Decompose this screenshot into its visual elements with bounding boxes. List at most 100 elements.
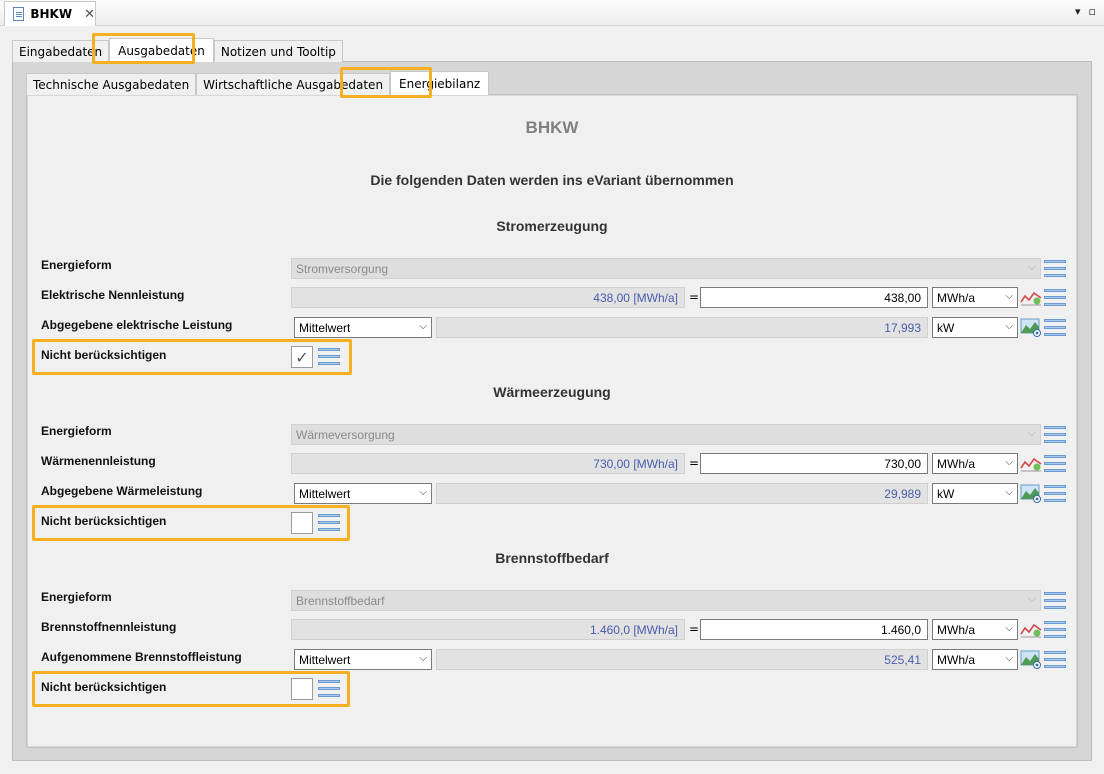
document-icon [13,7,25,21]
unit-select[interactable]: MWh/a ⌵ [932,453,1018,474]
tab-eingabedaten[interactable]: Eingabedaten [12,40,110,62]
list-icon[interactable] [1044,485,1066,502]
unit-select[interactable]: MWh/a ⌵ [932,649,1018,670]
chevron-down-icon: ⌵ [1027,261,1036,273]
unit-value: MWh/a [937,457,976,471]
aufgenommene-leistung-value: 525,41 [436,649,928,670]
tab-technische-ausgabedaten[interactable]: Technische Ausgabedaten [26,73,197,95]
trend-chart-icon[interactable] [1020,287,1042,307]
checkmark-icon: ✓ [295,347,309,367]
unit-select[interactable]: MWh/a ⌵ [932,287,1018,308]
list-icon[interactable] [1044,289,1066,306]
energieform-label: Energieform [41,258,112,272]
list-icon[interactable] [318,514,340,531]
list-icon[interactable] [318,348,340,365]
unit-value: MWh/a [937,653,976,667]
nennleistung-input[interactable]: 730,00 [700,453,928,474]
energieform-value: Brennstoffbedarf [296,594,385,608]
unit-select[interactable]: kW ⌵ [932,483,1018,504]
nennleistung-readonly: 1.460,0 [MWh/a] [291,619,685,640]
page-subtitle: Die folgenden Daten werden ins eVariant … [370,172,734,188]
tab-notizen-und-tooltip[interactable]: Notizen und Tooltip [213,40,343,62]
nicht-beruecksichtigen-checkbox-waerme[interactable] [291,512,313,534]
equals-sign: = [689,290,700,304]
restore-icon[interactable]: ▫ [1089,5,1096,18]
section-heading-strom: Stromerzeugung [496,218,608,234]
energieform-select-brennstoff: Brennstoffbedarf ⌵ [291,590,1041,611]
nennleistung-label: Brennstoffnennleistung [41,620,177,634]
unit-value: MWh/a [937,291,976,305]
list-icon[interactable] [1044,426,1066,443]
nicht-beruecksichtigen-label: Nicht berücksichtigen [41,348,167,362]
chevron-down-icon: ⌵ [419,487,427,498]
energieform-label: Energieform [41,424,112,438]
unit-value: MWh/a [937,623,976,637]
nicht-beruecksichtigen-label: Nicht berücksichtigen [41,514,167,528]
equals-sign: = [689,456,700,470]
chevron-down-icon: ⌵ [1005,457,1013,468]
list-icon[interactable] [318,680,340,697]
unit-value: kW [937,487,955,501]
energieform-value: Wärmeversorgung [296,428,395,442]
energieform-label: Energieform [41,590,112,604]
abgegebene-leistung-value: 17,993 [436,317,928,338]
nennleistung-readonly: 438,00 [MWh/a] [291,287,685,308]
list-icon[interactable] [1044,260,1066,277]
abgegebene-leistung-label: Abgegebene Wärmeleistung [41,484,203,498]
view-menu-icon[interactable]: ▾ [1075,5,1081,18]
chevron-down-icon: ⌵ [1005,487,1013,498]
abgegebene-leistung-value: 29,989 [436,483,928,504]
energieform-value: Stromversorgung [296,262,389,276]
nicht-beruecksichtigen-label: Nicht berücksichtigen [41,680,167,694]
chevron-down-icon: ⌵ [419,653,427,664]
chevron-down-icon: ⌵ [1027,593,1036,605]
chevron-down-icon: ⌵ [1005,623,1013,634]
trend-chart-icon[interactable] [1020,619,1042,639]
mode-select[interactable]: Mittelwert ⌵ [294,649,432,670]
editor-tab-bar: BHKW ✕ ▾ ▫ [0,0,1104,26]
close-icon[interactable]: ✕ [84,7,95,22]
nennleistung-input[interactable]: 1.460,0 [700,619,928,640]
editor-tab-title: BHKW [30,7,73,21]
section-heading-brennstoff: Brennstoffbedarf [495,550,609,566]
editor-tab-bhkw[interactable]: BHKW ✕ [4,1,96,26]
unit-select[interactable]: MWh/a ⌵ [932,619,1018,640]
list-icon[interactable] [1044,651,1066,668]
tab-wirtschaftliche-ausgabedaten[interactable]: Wirtschaftliche Ausgabedaten [196,73,391,95]
tab-ausgabedaten[interactable]: Ausgabedaten [109,38,214,62]
page-title: BHKW [525,118,579,137]
equals-sign: = [689,622,700,636]
nicht-beruecksichtigen-checkbox-brennstoff[interactable] [291,678,313,700]
list-icon[interactable] [1044,455,1066,472]
mode-select[interactable]: Mittelwert ⌵ [294,317,432,338]
nicht-beruecksichtigen-checkbox-strom[interactable]: ✓ [291,346,313,368]
energieform-select-strom: Stromversorgung ⌵ [291,258,1041,279]
chevron-down-icon: ⌵ [1027,427,1036,439]
chevron-down-icon: ⌵ [1005,653,1013,664]
chevron-down-icon: ⌵ [1005,321,1013,332]
nennleistung-label: Elektrische Nennleistung [41,288,185,302]
mode-value: Mittelwert [299,487,351,501]
profile-view-icon[interactable] [1020,483,1042,503]
profile-view-icon[interactable] [1020,317,1042,337]
list-icon[interactable] [1044,621,1066,638]
abgegebene-leistung-label: Abgegebene elektrische Leistung [41,318,233,332]
trend-chart-icon[interactable] [1020,453,1042,473]
tab-energiebilanz[interactable]: Energiebilanz [390,71,490,95]
mode-value: Mittelwert [299,653,351,667]
unit-select[interactable]: kW ⌵ [932,317,1018,338]
nennleistung-readonly: 730,00 [MWh/a] [291,453,685,474]
energieform-select-waerme: Wärmeversorgung ⌵ [291,424,1041,445]
section-heading-waerme: Wärmeerzeugung [493,384,611,400]
nennleistung-input[interactable]: 438,00 [700,287,928,308]
chevron-down-icon: ⌵ [1005,291,1013,302]
mode-select[interactable]: Mittelwert ⌵ [294,483,432,504]
list-icon[interactable] [1044,592,1066,609]
aufgenommene-leistung-label: Aufgenommene Brennstoffleistung [41,650,242,664]
nennleistung-label: Wärmenennleistung [41,454,156,468]
profile-view-icon[interactable] [1020,649,1042,669]
unit-value: kW [937,321,955,335]
list-icon[interactable] [1044,319,1066,336]
mode-value: Mittelwert [299,321,351,335]
chevron-down-icon: ⌵ [419,321,427,332]
